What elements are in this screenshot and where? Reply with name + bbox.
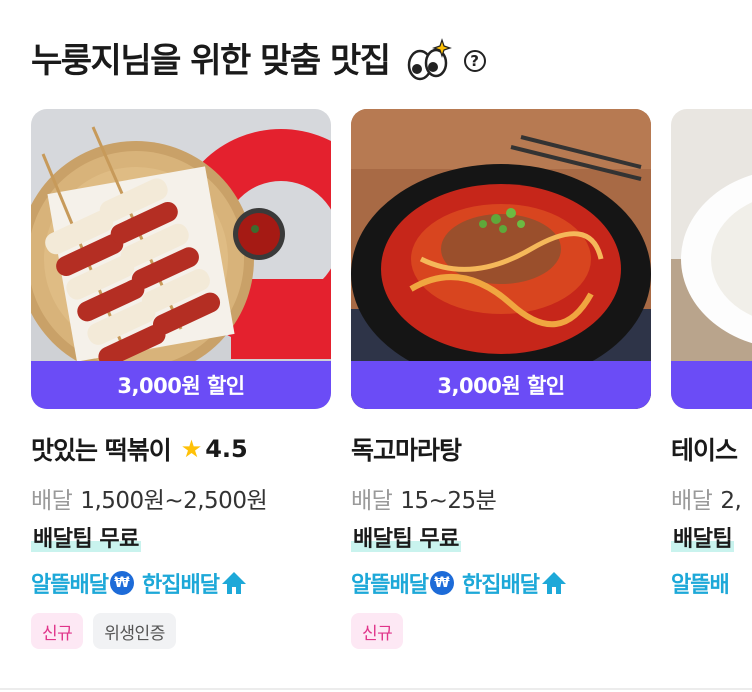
- delivery-info: 배달 15~25분: [351, 481, 497, 515]
- house-arrow-icon: [541, 572, 566, 594]
- store-name-row: 독고마라탕: [351, 431, 462, 467]
- delivery-info: 배달 2,: [671, 481, 742, 515]
- store-name: 테이스: [671, 436, 738, 465]
- delivery-info: 배달 1,500원~2,500원: [31, 481, 268, 515]
- restaurant-image[interactable]: 3,000원 할인: [31, 109, 331, 409]
- delivery-fee: 1,500원~2,500원: [80, 488, 268, 514]
- section-title: 누룽지님을 위한 맞춤 맛집: [31, 41, 391, 81]
- free-tip-label: 배달팁 무료: [31, 527, 141, 552]
- discount-banner: 3,000원 할인: [31, 361, 331, 409]
- restaurant-card[interactable]: 3,000원 할인 독고마라탕 배달 15~25분 배달팁 무료 알뜰배달 ₩ …: [351, 109, 651, 649]
- delivery-label: 배달: [351, 488, 393, 514]
- single-delivery-label: 한집배달: [141, 573, 220, 598]
- tip-row: 배달팁 무료: [31, 521, 141, 553]
- tags-row: 신규: [351, 613, 413, 649]
- restaurant-image[interactable]: 3,000원 할인: [351, 109, 651, 409]
- googly-eyes-icon: [407, 38, 452, 81]
- restaurant-card[interactable]: 3,000원 할인 맛있는 떡볶이 ★ 4.5 배달 1,500원~2,500원…: [31, 109, 331, 649]
- delivery-service-row: 알뜰배: [671, 567, 730, 599]
- tag-hygiene-certified: 위생인증: [93, 613, 176, 649]
- tip-row: 배달팁 무료: [351, 521, 461, 553]
- delivery-service-row: 알뜰배달 ₩ 한집배달: [31, 567, 247, 599]
- restaurant-carousel[interactable]: 3,000원 할인 맛있는 떡볶이 ★ 4.5 배달 1,500원~2,500원…: [0, 109, 752, 669]
- tip-row: 배달팁: [671, 521, 735, 553]
- delivery-service-row: 알뜰배달 ₩ 한집배달: [351, 567, 567, 599]
- delivery-label: 배달: [31, 488, 73, 514]
- tags-row: 신규 위생인증: [31, 613, 186, 649]
- tag-new: 신규: [31, 613, 84, 649]
- free-tip-label: 배달팁: [671, 527, 735, 552]
- section-divider: [0, 688, 752, 690]
- store-name: 맛있는 떡볶이: [31, 436, 172, 465]
- section-header: 누룽지님을 위한 맞춤 맛집 ?: [31, 36, 486, 86]
- delivery-label: 배달: [671, 488, 713, 514]
- delivery-fee: 2,: [720, 488, 742, 514]
- saver-delivery-label: 알뜰배달: [351, 573, 429, 598]
- delivery-time: 15~25분: [400, 488, 497, 514]
- saver-delivery-label: 알뜰배: [671, 573, 730, 598]
- store-name: 독고마라탕: [351, 436, 462, 465]
- won-icon: ₩: [429, 571, 454, 595]
- restaurant-card[interactable]: 테이스 배달 2, 배달팁 알뜰배: [671, 109, 752, 598]
- single-delivery-label: 한집배달: [461, 573, 540, 598]
- store-name-row: 맛있는 떡볶이 ★ 4.5: [31, 431, 248, 467]
- discount-banner: 3,000원 할인: [351, 361, 651, 409]
- star-icon: ★: [180, 435, 203, 463]
- store-name-row: 테이스: [671, 431, 738, 467]
- help-icon[interactable]: ?: [463, 50, 486, 72]
- won-icon: ₩: [109, 571, 134, 595]
- house-arrow-icon: [221, 572, 246, 594]
- saver-delivery-label: 알뜰배달: [31, 573, 109, 598]
- tag-new: 신규: [351, 613, 404, 649]
- rating-value: 4.5: [205, 435, 248, 463]
- free-tip-label: 배달팁 무료: [351, 527, 461, 552]
- restaurant-image[interactable]: [671, 109, 752, 409]
- discount-banner: [671, 361, 752, 409]
